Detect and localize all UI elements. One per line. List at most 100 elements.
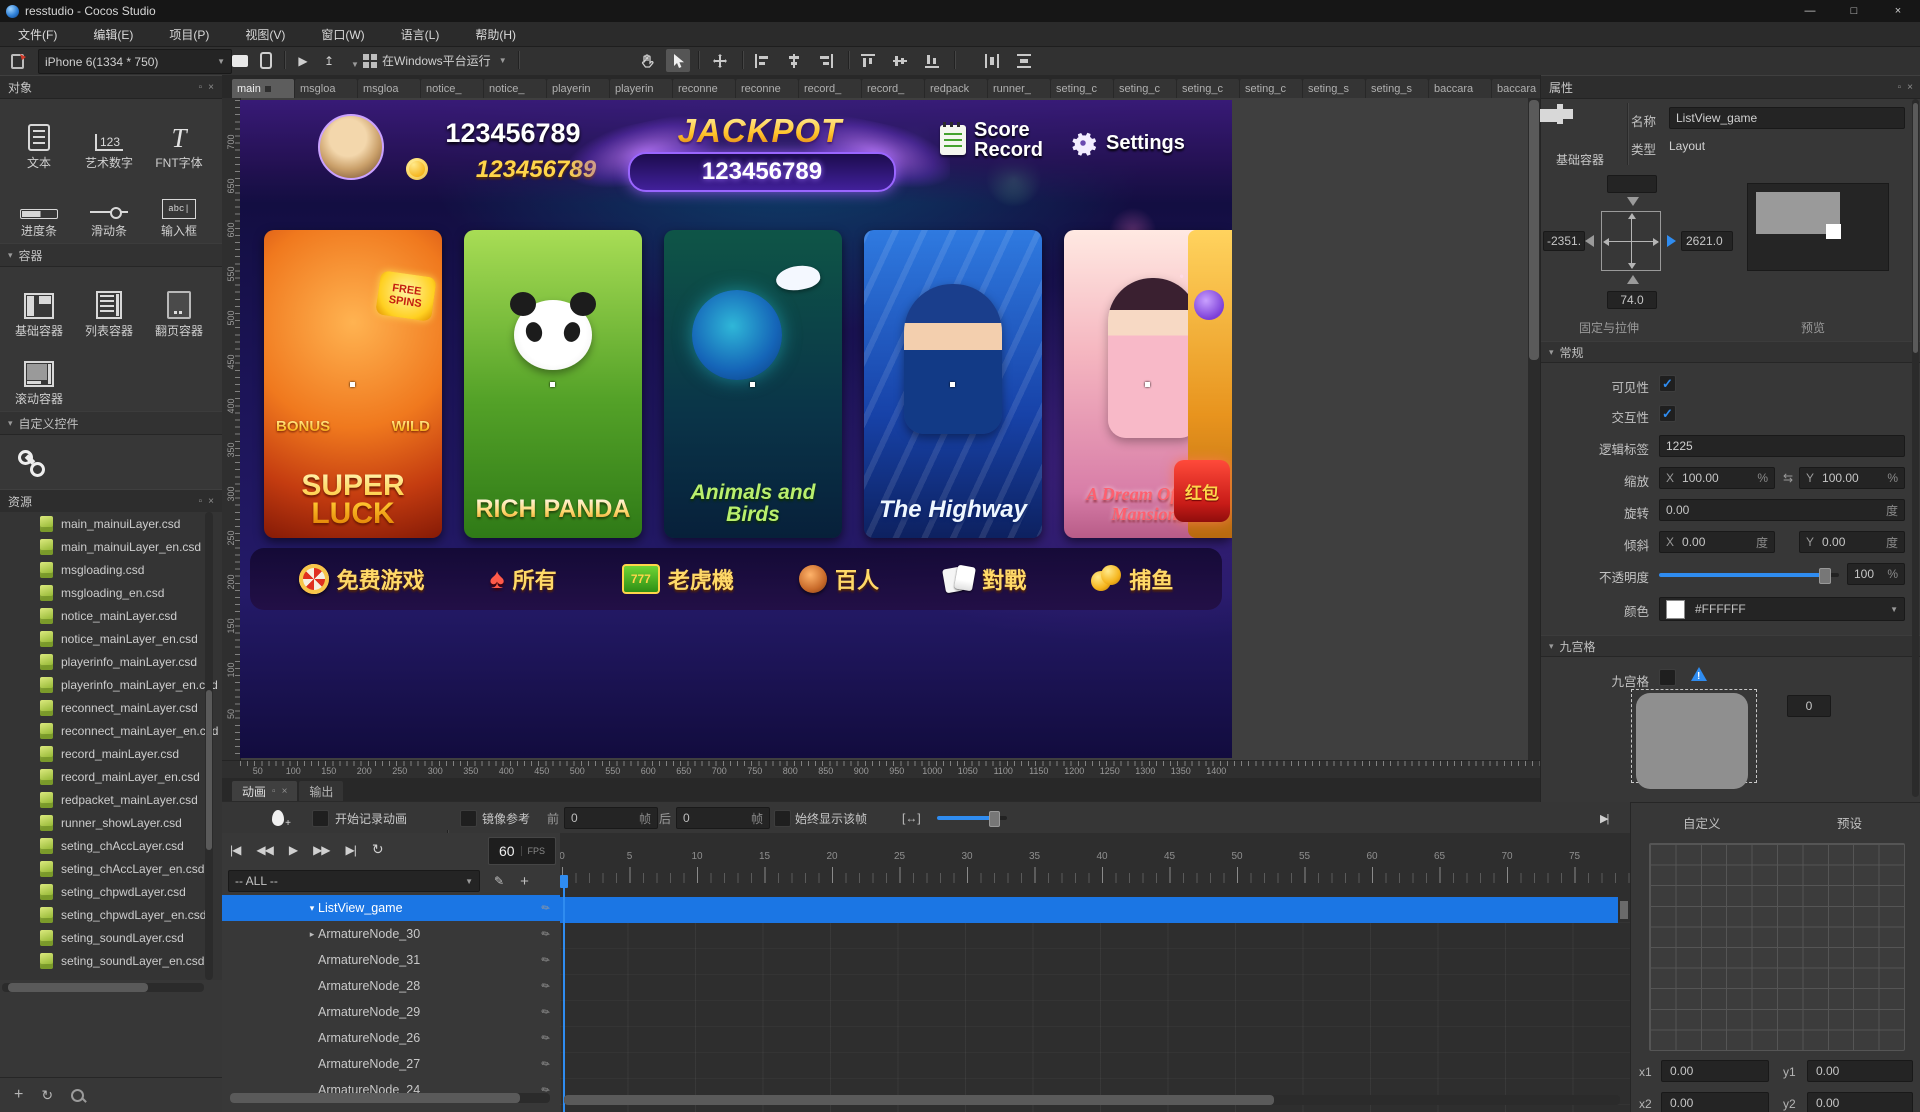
checkbox-unchecked[interactable] [1659,669,1676,686]
resources-horizontal-scrollbar[interactable] [2,983,204,992]
resource-file-row[interactable]: main_mainuiLayer_en.csd [0,535,222,558]
nineslice-section-header[interactable]: ▾ 九宫格 [1541,635,1920,657]
menu-item[interactable]: 语言(L) [383,22,458,46]
editor-tab[interactable]: playerin [547,79,609,98]
menu-item[interactable]: 帮助(H) [457,22,534,46]
skew-x-field[interactable]: X 0.00 度 [1659,531,1775,553]
widget-progress-bar[interactable]: 进度条 [4,173,74,237]
timeline-node-row[interactable]: ArmatureNode_27 ✎ [222,1051,560,1077]
widget-art-number[interactable]: 123艺术数字 [74,105,144,169]
playhead-marker[interactable] [560,875,568,888]
add-animation-icon[interactable]: + [520,873,529,890]
device-select[interactable]: iPhone 6(1334 * 750) ▼ [38,49,232,74]
menu-item[interactable]: 编辑(E) [75,22,151,46]
expander-icon[interactable]: ▸ [306,929,318,940]
timeline-track-area[interactable]: 051015202530354045505560657075 [560,833,1630,1112]
general-section-header[interactable]: ▾ 常规 [1541,341,1920,363]
canvas-vertical-scrollbar[interactable] [1528,98,1540,760]
panel-float-icon[interactable]: ▫ [1898,82,1902,93]
portrait-toggle[interactable] [256,49,276,72]
nineslice-preview[interactable] [1636,693,1748,789]
align-center-horizontal-icon[interactable] [782,49,806,72]
widget-slider[interactable]: 滑动条 [74,173,144,237]
resource-file-row[interactable]: seting_chAccLayer_en.csd [0,857,222,880]
resource-file-row[interactable]: main_mainuiLayer.csd [0,512,222,535]
pin-bottom-icon[interactable] [1627,275,1639,284]
panel-float-icon[interactable]: ▫ [199,82,203,93]
select-cursor-tool[interactable] [666,49,690,72]
play-button[interactable]: ▶ [292,49,314,72]
nineslice-value-field[interactable]: 0 [1787,695,1831,717]
search-icon[interactable] [71,1089,84,1102]
editor-tab[interactable]: msgloa [358,79,420,98]
go-to-start-button[interactable]: |◀ [230,843,240,857]
easing-curve-grid[interactable] [1649,843,1905,1051]
resource-file-row[interactable]: reconnect_mainLayer_en.csd [0,719,222,742]
fps-field[interactable]: 60 FPS [488,837,556,865]
editor-tab[interactable]: seting_s [1366,79,1428,98]
resource-file-row[interactable]: notice_mainLayer.csd [0,604,222,627]
add-resource-button[interactable]: + [14,1086,23,1104]
go-to-end-button[interactable]: ▶| [346,843,356,857]
animation-filter-select[interactable]: -- ALL -- ▼ [228,870,480,892]
pin-top-icon[interactable] [1627,197,1639,206]
frame-ruler[interactable]: 051015202530354045505560657075 [560,833,1630,897]
editor-tab[interactable]: reconne [673,79,735,98]
resource-file-row[interactable]: seting_chAccLayer.csd [0,834,222,857]
player-avatar[interactable] [318,114,384,180]
game-scene-preview[interactable]: 123456789 123456789 JACKPOT 123456789 Sc… [240,100,1232,758]
tag-field[interactable] [1659,435,1905,457]
resource-file-row[interactable]: playerinfo_mainLayer.csd [0,650,222,673]
nav-hundred[interactable]: 百人 [799,563,879,595]
expander-icon[interactable]: ▾ [306,903,318,914]
add-keyframe-icon[interactable] [272,807,284,829]
checkbox-unchecked[interactable] [460,810,477,827]
widget-page-container[interactable]: 翻页容器 [144,273,214,337]
timeline-node-row[interactable]: ArmatureNode_29 ✎ [222,999,560,1025]
resource-file-row[interactable]: seting_soundLayer_en.csd [0,949,222,972]
run-platform-button[interactable]: 在Windows平台运行 ▼ [382,49,507,72]
nav-fishing[interactable]: 捕鱼 [1091,563,1173,595]
tab-custom-easing[interactable]: 自定义 [1683,813,1721,832]
timeline-node-row[interactable]: ▸ ArmatureNode_30 ✎ [222,921,560,947]
checkbox-checked[interactable]: ✓ [1659,405,1676,422]
visible-checkbox[interactable]: ✓ [1659,375,1676,392]
before-frames-field[interactable]: 0帧 [564,807,658,829]
name-field[interactable] [1669,107,1905,129]
pin-right-icon[interactable] [1667,235,1676,247]
resource-file-row[interactable]: runner_showLayer.csd [0,811,222,834]
design-canvas-area[interactable]: 7006506005505004504003503002502001501005… [222,98,1540,760]
y1-field[interactable]: 0.00 [1807,1060,1913,1082]
x2-field[interactable]: 0.00 [1661,1092,1769,1112]
editor-tab[interactable]: seting_c [1240,79,1302,98]
resource-file-row[interactable]: playerinfo_mainLayer_en.csd [0,673,222,696]
anchor-cross-widget[interactable] [1601,211,1661,271]
project-icon[interactable] [8,49,30,72]
panel-close-icon[interactable]: × [208,496,214,507]
selection-handle[interactable] [1145,382,1150,387]
nineslice-checkbox[interactable] [1659,669,1676,686]
widget-list-container[interactable]: 列表容器 [74,273,144,337]
node-list-horizontal-scrollbar[interactable] [230,1093,550,1103]
frame-interval-icon[interactable]: [↔] [902,807,921,829]
slider-thumb[interactable] [989,811,1000,827]
selected-node-track[interactable] [560,897,1618,923]
panel-float-icon[interactable]: ▫ [272,786,276,797]
play-animation-button[interactable]: ▶ [289,843,297,857]
score-record-button[interactable]: Score Record [940,120,1043,160]
minimize-icon[interactable]: — [1788,0,1832,22]
move-anchor-tool[interactable] [708,49,732,72]
scale-link-icon[interactable]: ⇆ [1783,471,1793,485]
widget-basic-container[interactable]: 基础容器 [4,273,74,337]
editor-tab[interactable]: notice_ [484,79,546,98]
widget-input-box[interactable]: abc|输入框 [144,173,214,237]
resource-file-row[interactable]: seting_chpwdLayer_en.csd [0,903,222,926]
selection-handle[interactable] [950,382,955,387]
menu-item[interactable]: 项目(P) [151,22,227,46]
align-bottom-icon[interactable] [920,49,944,72]
editor-tab[interactable]: seting_c [1051,79,1113,98]
resource-file-row[interactable]: record_mainLayer_en.csd [0,765,222,788]
widget-fnt-font[interactable]: TFNT字体 [144,105,214,169]
settings-button[interactable]: Settings [1068,128,1185,158]
record-animation-checkbox[interactable] [312,807,329,829]
